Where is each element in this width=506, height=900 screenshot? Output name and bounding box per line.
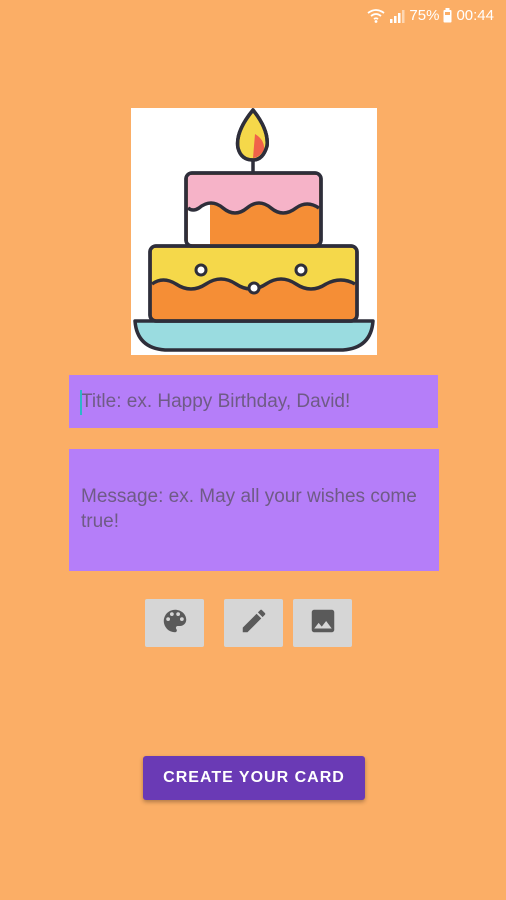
create-card-button[interactable]: CREATE YOUR CARD (143, 756, 365, 800)
status-bar: 75% 00:44 (0, 0, 506, 34)
palette-button[interactable] (145, 599, 204, 647)
wifi-icon (367, 8, 385, 23)
pencil-icon (239, 606, 269, 641)
battery-percent: 75% (409, 7, 440, 24)
image-button[interactable] (293, 599, 352, 647)
title-placeholder: Title: ex. Happy Birthday, David! (81, 391, 351, 412)
pencil-button[interactable] (224, 599, 283, 647)
cake-image (131, 108, 377, 355)
clock: 00:44 (456, 7, 494, 24)
image-icon (308, 606, 338, 641)
message-placeholder: Message: ex. May all your wishes come tr… (81, 486, 417, 532)
battery-icon (443, 8, 452, 23)
message-input[interactable]: Message: ex. May all your wishes come tr… (69, 449, 439, 571)
title-input[interactable]: Title: ex. Happy Birthday, David! (69, 375, 438, 428)
signal-icon (389, 9, 405, 23)
text-cursor (80, 390, 82, 415)
palette-icon (160, 606, 190, 641)
